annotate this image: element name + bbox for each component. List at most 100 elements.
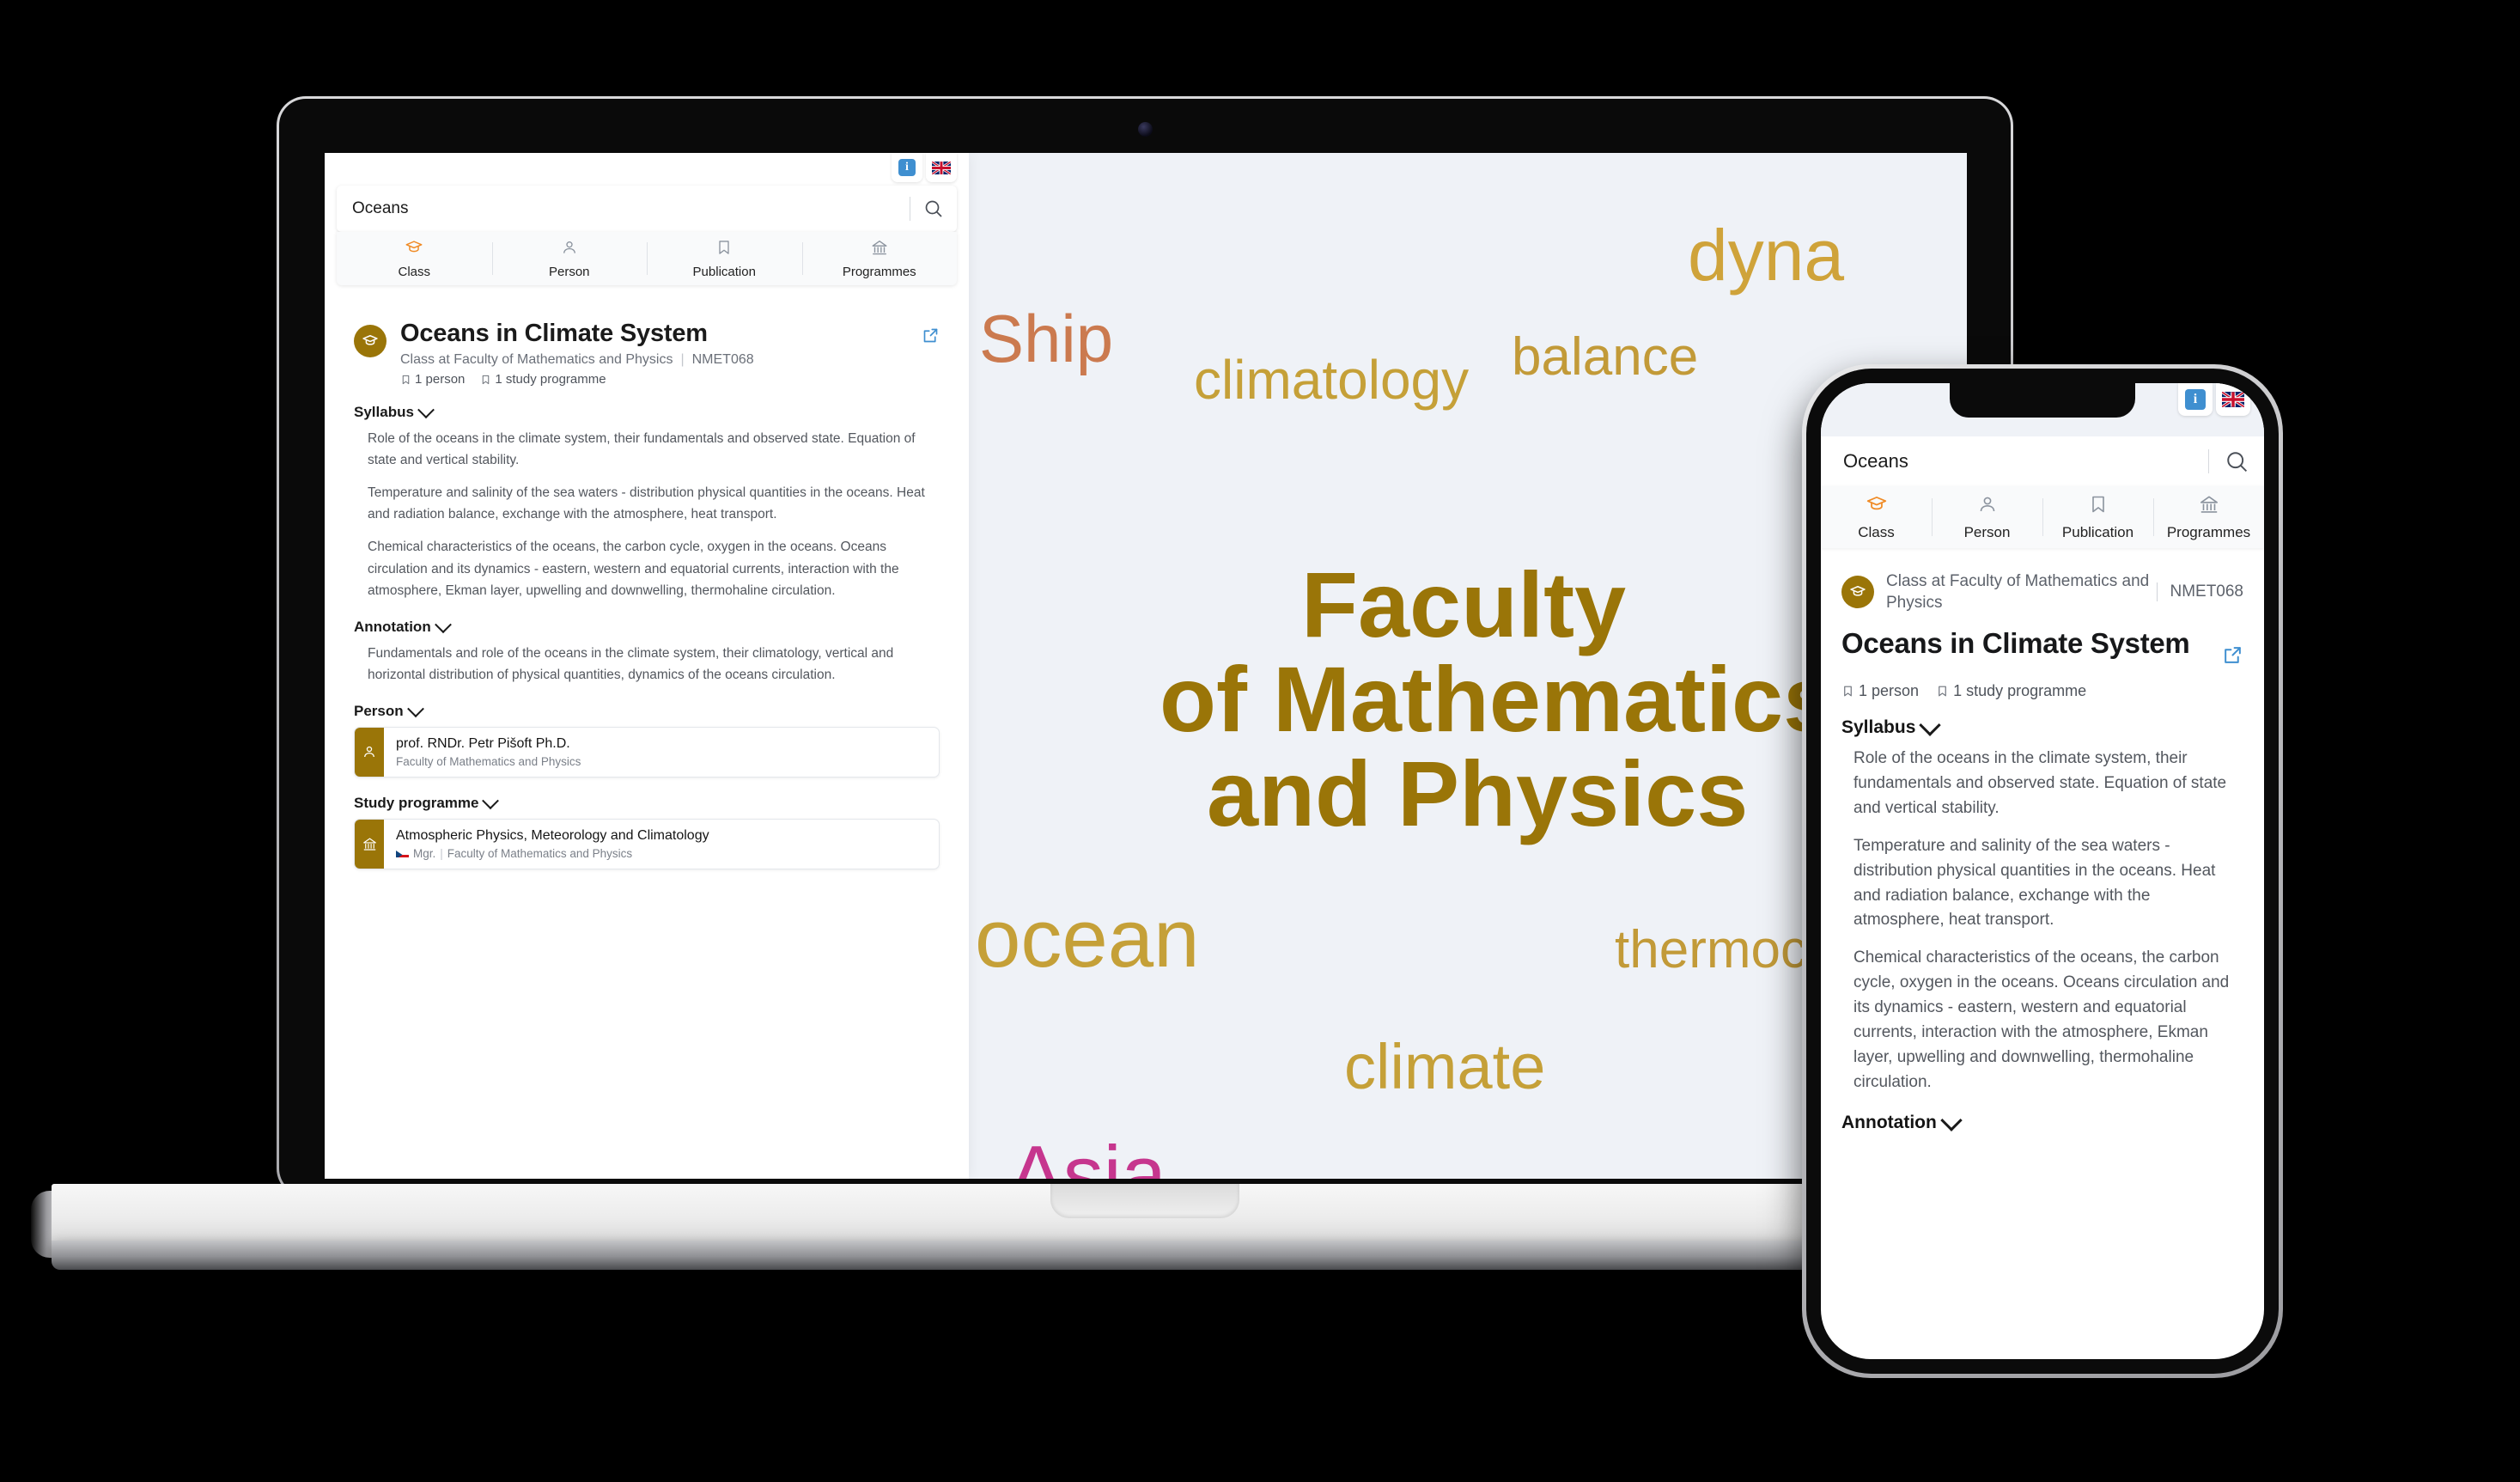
record-code: NMET068 xyxy=(691,352,754,367)
phone-mockup: i Oceans Class Person Publication Progra… xyxy=(1802,364,2283,1378)
record-header: Class at Faculty of Mathematics and Phys… xyxy=(1841,548,2243,613)
record-subtitle-text: Class at Faculty of Mathematics and Phys… xyxy=(1886,572,2150,613)
programme-faculty: Faculty of Mathematics and Physics xyxy=(447,846,633,860)
category-tabs: Class Person Publication Programmes xyxy=(1821,486,2264,548)
tab-programmes[interactable]: Programmes xyxy=(2153,486,2264,548)
tab-person[interactable]: Person xyxy=(491,232,648,285)
graduation-cap-icon xyxy=(362,335,378,345)
chevron-down-icon xyxy=(1940,1108,1963,1131)
meta-person-count: 1 person xyxy=(1841,682,1919,700)
phone-screen: i Oceans Class Person Publication Progra… xyxy=(1821,383,2264,1359)
language-button[interactable] xyxy=(2216,383,2250,416)
graduation-cap-icon xyxy=(1850,586,1866,596)
tab-publication[interactable]: Publication xyxy=(2042,486,2153,548)
meta-programme-count-label: 1 study programme xyxy=(495,372,606,387)
tab-class[interactable]: Class xyxy=(337,232,492,285)
search-result-panel: i Oceans Class Person Publication Progra… xyxy=(325,153,969,1179)
word-cloud-word: climate xyxy=(1344,1031,1546,1102)
search-input[interactable]: Oceans xyxy=(337,199,910,218)
record-subtitle-text: Class at Faculty of Mathematics and Phys… xyxy=(400,352,673,367)
programme-details: Mgr. | Faculty of Mathematics and Physic… xyxy=(396,847,709,860)
record-header-text: Oceans in Climate System Class at Facult… xyxy=(387,320,922,387)
page-title: Oceans in Climate System xyxy=(1841,627,2190,660)
section-syllabus-label: Syllabus xyxy=(354,404,414,420)
record-subtitle: Class at Faculty of Mathematics and Phys… xyxy=(400,352,922,368)
word-cloud-word: ocean xyxy=(975,893,1200,985)
tab-publication[interactable]: Publication xyxy=(647,232,802,285)
word-cloud-word: Ship xyxy=(979,301,1114,376)
tab-programmes-label: Programmes xyxy=(842,265,916,279)
meta-programme-count: 1 study programme xyxy=(480,372,606,387)
record-header: Oceans in Climate System Class at Facult… xyxy=(354,297,940,387)
bookmark-icon xyxy=(402,375,410,384)
institution-icon xyxy=(362,838,376,851)
record-body: Class at Faculty of Mathematics and Phys… xyxy=(1821,548,2264,1359)
section-annotation-label: Annotation xyxy=(1841,1112,1937,1132)
section-person-label: Person xyxy=(354,702,404,719)
search-icon[interactable] xyxy=(2209,449,2264,474)
card-accent-bar xyxy=(355,727,384,777)
bookmark-icon xyxy=(1939,686,1946,697)
uk-flag-icon xyxy=(932,161,951,174)
external-link-icon[interactable] xyxy=(922,320,940,349)
subtitle-separator: | xyxy=(680,352,685,367)
chevron-down-icon xyxy=(434,616,452,633)
section-syllabus-header[interactable]: Syllabus xyxy=(1841,714,2243,738)
word-cloud-word: balance xyxy=(1512,327,1699,387)
meta-programme-count: 1 study programme xyxy=(1936,682,2086,700)
external-link-icon[interactable] xyxy=(2222,627,2243,670)
avatar xyxy=(1841,576,1874,609)
programme-degree: Mgr. xyxy=(413,846,436,860)
institution-icon xyxy=(2198,493,2220,520)
laptop-mockup: iesShippingdynaShipbalanceclimatologyFac… xyxy=(31,96,2259,1270)
institution-icon xyxy=(870,238,889,261)
programme-name: Atmospheric Physics, Meteorology and Cli… xyxy=(396,827,709,843)
word-cloud-word: Asia xyxy=(1009,1129,1166,1180)
person-icon xyxy=(1977,493,1998,520)
info-icon: i xyxy=(898,159,916,176)
bookmark-icon xyxy=(715,238,733,261)
search-bar[interactable]: Oceans xyxy=(1821,436,2264,487)
phone-frame: i Oceans Class Person Publication Progra… xyxy=(1802,364,2283,1378)
info-button[interactable]: i xyxy=(892,153,922,182)
chevron-down-icon xyxy=(1919,714,1942,737)
search-icon[interactable] xyxy=(910,198,957,219)
list-item[interactable]: prof. RNDr. Petr Pišoft Ph.D. Faculty of… xyxy=(354,726,940,778)
info-icon: i xyxy=(2185,389,2206,410)
tab-person[interactable]: Person xyxy=(1932,486,2042,548)
tab-programmes[interactable]: Programmes xyxy=(801,232,958,285)
card-accent-bar xyxy=(355,819,384,869)
section-syllabus-header[interactable]: Syllabus xyxy=(354,401,940,421)
section-annotation-header[interactable]: Annotation xyxy=(1841,1108,2243,1133)
section-study-programme-header[interactable]: Study programme xyxy=(354,792,940,812)
syllabus-paragraph: Role of the oceans in the climate system… xyxy=(1853,749,2227,817)
avatar xyxy=(354,325,387,357)
list-item[interactable]: Atmospheric Physics, Meteorology and Cli… xyxy=(354,818,940,869)
info-button[interactable]: i xyxy=(2178,383,2213,416)
language-button[interactable] xyxy=(926,153,957,182)
card-body: Atmospheric Physics, Meteorology and Cli… xyxy=(384,820,721,869)
card-body: prof. RNDr. Petr Pišoft Ph.D. Faculty of… xyxy=(384,728,593,777)
programme-separator: | xyxy=(440,846,443,860)
laptop-screen: iesShippingdynaShipbalanceclimatologyFac… xyxy=(325,153,1967,1179)
tab-class[interactable]: Class xyxy=(1821,486,1932,548)
tab-publication-label: Publication xyxy=(2061,524,2134,540)
webcam-icon xyxy=(1138,122,1153,137)
bookmark-icon xyxy=(1844,686,1852,697)
chevron-down-icon xyxy=(482,792,500,810)
search-input[interactable]: Oceans xyxy=(1821,450,2208,473)
uk-flag-icon xyxy=(2222,392,2244,407)
bookmark-icon xyxy=(2088,493,2109,520)
search-bar[interactable]: Oceans xyxy=(337,186,957,232)
word-cloud-word: dyna xyxy=(1688,215,1845,296)
tab-person-label: Person xyxy=(548,265,590,279)
word-cloud-word: and Physics xyxy=(1207,741,1749,845)
top-button-group: i xyxy=(892,153,957,182)
section-annotation-header[interactable]: Annotation xyxy=(354,616,940,636)
section-person-header[interactable]: Person xyxy=(354,700,940,720)
person-name: prof. RNDr. Petr Pišoft Ph.D. xyxy=(396,735,570,751)
record-body: Oceans in Climate System Class at Facult… xyxy=(325,297,969,1179)
tab-class-label: Class xyxy=(1858,524,1895,540)
word-cloud-word: of Mathematics xyxy=(1160,647,1835,751)
laptop-base-notch xyxy=(1050,1184,1239,1218)
